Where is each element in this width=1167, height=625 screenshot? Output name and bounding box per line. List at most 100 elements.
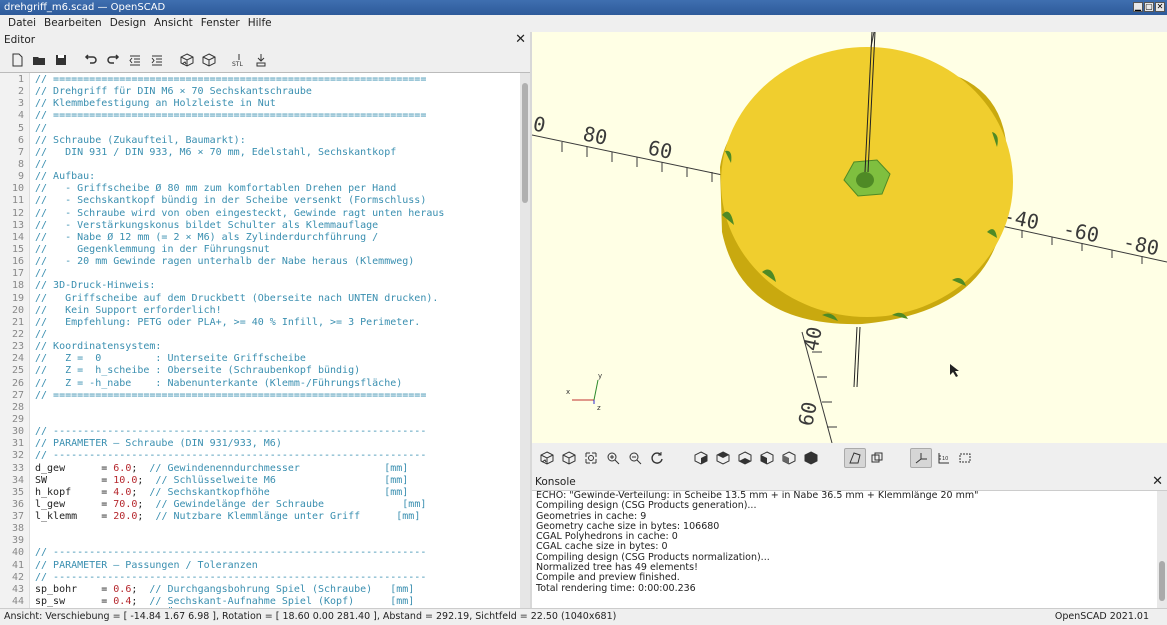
code-line[interactable]: 2 // Drehgriff für DIN M6 × 70 Sechskants… — [0, 86, 520, 98]
show-edges-button[interactable] — [954, 448, 976, 468]
view-all-button[interactable] — [580, 448, 602, 468]
code-line[interactable]: 38 — [0, 523, 520, 535]
code-line[interactable]: 26 // Z = -h_nabe : Nabenunterkante (Klem… — [0, 378, 520, 390]
code-text: d_gew = 6.0; // Gewindenenndurchmesser [… — [35, 462, 409, 474]
code-line[interactable]: 9 // Aufbau: — [0, 171, 520, 183]
code-line[interactable]: 19 // Griffscheibe auf dem Druckbett (Obe… — [0, 293, 520, 305]
send-print-button[interactable] — [250, 50, 272, 70]
code-line[interactable]: 16 // - 20 mm Gewinde ragen unterhalb der… — [0, 256, 520, 268]
open-file-button[interactable] — [28, 50, 50, 70]
zoom-in-button[interactable] — [602, 448, 624, 468]
code-line[interactable]: 15 // Gegenklemmung in der Führungsnut — [0, 244, 520, 256]
code-line[interactable]: 6 // Schraube (Zukaufteil, Baumarkt): — [0, 135, 520, 147]
code-line[interactable]: 40 // -----------------------------------… — [0, 547, 520, 559]
undo-button[interactable] — [80, 50, 102, 70]
code-line[interactable]: 42 // -----------------------------------… — [0, 572, 520, 584]
maximize-button[interactable]: ▢ — [1144, 2, 1154, 12]
bore-hole — [856, 172, 874, 188]
code-line[interactable]: 18 // 3D-Druck-Hinweis: — [0, 280, 520, 292]
minimize-button[interactable]: ▁ — [1133, 2, 1143, 12]
preview-button[interactable] — [176, 50, 198, 70]
orthogonal-button[interactable] — [866, 448, 888, 468]
render-button[interactable] — [558, 448, 580, 468]
code-line[interactable]: 24 // Z = 0 : Unterseite Griffscheibe — [0, 353, 520, 365]
new-file-button[interactable] — [6, 50, 28, 70]
view-top-button[interactable] — [712, 448, 734, 468]
console-close-button[interactable]: ✕ — [1152, 474, 1163, 489]
code-line[interactable]: 14 // - Nabe Ø 12 mm (= 2 × M6) als Zylin… — [0, 232, 520, 244]
code-line[interactable]: 27 // ===================================… — [0, 390, 520, 402]
view-left-button[interactable] — [756, 448, 778, 468]
editor-scrollbar[interactable] — [520, 73, 530, 608]
code-editor[interactable]: 1 // ====================================… — [0, 72, 530, 608]
code-line[interactable]: 43 sp_bohr = 0.6; // Durchgangsbohrung Sp… — [0, 584, 520, 596]
zoom-out-button[interactable] — [624, 448, 646, 468]
code-line[interactable]: 44 sp_sw = 0.4; // Sechskant-Aufnahme Spi… — [0, 596, 520, 608]
code-text: // Griffscheibe auf dem Druckbett (Obers… — [35, 292, 439, 304]
code-line[interactable]: 13 // - Verstärkungskonus bildet Schulter… — [0, 220, 520, 232]
code-line[interactable]: 25 // Z = h_scheibe : Oberseite (Schraube… — [0, 365, 520, 377]
code-line[interactable]: 35 h_kopf = 4.0; // Sechskantkopfhöhe [mm… — [0, 487, 520, 499]
code-line[interactable]: 21 // Empfehlung: PETG oder PLA+, >= 40 %… — [0, 317, 520, 329]
3d-viewport[interactable]: 0 80 60 -40 -60 -80 40 60 x y z — [532, 32, 1167, 443]
code-line[interactable]: 20 // Kein Support erforderlich! — [0, 305, 520, 317]
console-scroll-thumb[interactable] — [1159, 561, 1165, 601]
code-line[interactable]: 3 // Klemmbefestigung an Holzleiste in Nu… — [0, 98, 520, 110]
code-line[interactable]: 32 // -----------------------------------… — [0, 450, 520, 462]
code-line[interactable]: 12 // - Schraube wird von oben eingesteck… — [0, 208, 520, 220]
code-line[interactable]: 10 // - Griffscheibe Ø 80 mm zum komforta… — [0, 183, 520, 195]
redo-button[interactable] — [102, 50, 124, 70]
view-front-button[interactable] — [778, 448, 800, 468]
editor-scroll-thumb[interactable] — [522, 83, 528, 203]
code-line[interactable]: 30 // -----------------------------------… — [0, 426, 520, 438]
view-right-button[interactable] — [690, 448, 712, 468]
unindent-icon — [129, 55, 140, 66]
show-scale-button[interactable]: 10 — [932, 448, 954, 468]
console-line: Total rendering time: 0:00:00.236 — [536, 582, 696, 594]
view-bottom-button[interactable] — [734, 448, 756, 468]
code-line[interactable]: 11 // - Sechskantkopf bündig in der Schei… — [0, 195, 520, 207]
perspective-button[interactable] — [844, 448, 866, 468]
close-window-button[interactable]: ✕ — [1155, 2, 1165, 12]
menu-datei[interactable]: Datei — [4, 15, 40, 32]
code-line[interactable]: 29 — [0, 414, 520, 426]
reset-view-button[interactable] — [646, 448, 668, 468]
unindent-button[interactable] — [124, 50, 146, 70]
code-line[interactable]: 22 // — [0, 329, 520, 341]
console-output[interactable]: ECHO: "Gewinde-Verteilung: in Scheibe 13… — [532, 490, 1167, 608]
show-axes-button[interactable] — [910, 448, 932, 468]
code-line[interactable]: 37 l_klemm = 20.0; // Nutzbare Klemmlänge… — [0, 511, 520, 523]
code-line[interactable]: 31 // PARAMETER – Schraube (DIN 931/933, … — [0, 438, 520, 450]
code-text: // Gegenklemmung in der Führungsnut — [35, 243, 270, 255]
code-line[interactable]: 36 l_gew = 70.0; // Gewindelänge der Schr… — [0, 499, 520, 511]
code-line[interactable]: 33 d_gew = 6.0; // Gewindenenndurchmesser… — [0, 463, 520, 475]
code-line[interactable]: 8 // — [0, 159, 520, 171]
code-line[interactable]: 28 — [0, 402, 520, 414]
save-button[interactable] — [50, 50, 72, 70]
code-line[interactable]: 23 // Koordinatensystem: — [0, 341, 520, 353]
preview-button[interactable] — [536, 448, 558, 468]
code-text: SW = 10.0; // Schlüsselweite M6 [mm] — [35, 474, 409, 486]
menu-design[interactable]: Design — [106, 15, 150, 32]
axis-label: 0 — [532, 111, 548, 137]
code-line[interactable]: 4 // ====================================… — [0, 110, 520, 122]
menu-hilfe[interactable]: Hilfe — [244, 15, 276, 32]
code-line[interactable]: 41 // PARAMETER – Passungen / Toleranzen — [0, 560, 520, 572]
code-line[interactable]: 1 // ====================================… — [0, 74, 520, 86]
indent-button[interactable] — [146, 50, 168, 70]
code-line[interactable]: 34 SW = 10.0; // Schlüsselweite M6 [mm] — [0, 475, 520, 487]
editor-close-button[interactable]: ✕ — [515, 32, 526, 47]
render-button[interactable] — [198, 50, 220, 70]
menu-ansicht[interactable]: Ansicht — [150, 15, 197, 32]
code-line[interactable]: 17 // — [0, 268, 520, 280]
code-line[interactable]: 5 // — [0, 123, 520, 135]
view-back-icon — [804, 451, 818, 465]
view-back-button[interactable] — [800, 448, 822, 468]
console-scrollbar[interactable] — [1157, 491, 1167, 608]
menu-fenster[interactable]: Fenster — [197, 15, 244, 32]
code-line[interactable]: 39 — [0, 535, 520, 547]
code-line[interactable]: 7 // DIN 931 / DIN 933, M6 × 70 mm, Edels… — [0, 147, 520, 159]
console-title: Konsole — [535, 476, 576, 488]
export-stl-button[interactable]: STL — [228, 50, 250, 70]
menu-bearbeiten[interactable]: Bearbeiten — [40, 15, 106, 32]
